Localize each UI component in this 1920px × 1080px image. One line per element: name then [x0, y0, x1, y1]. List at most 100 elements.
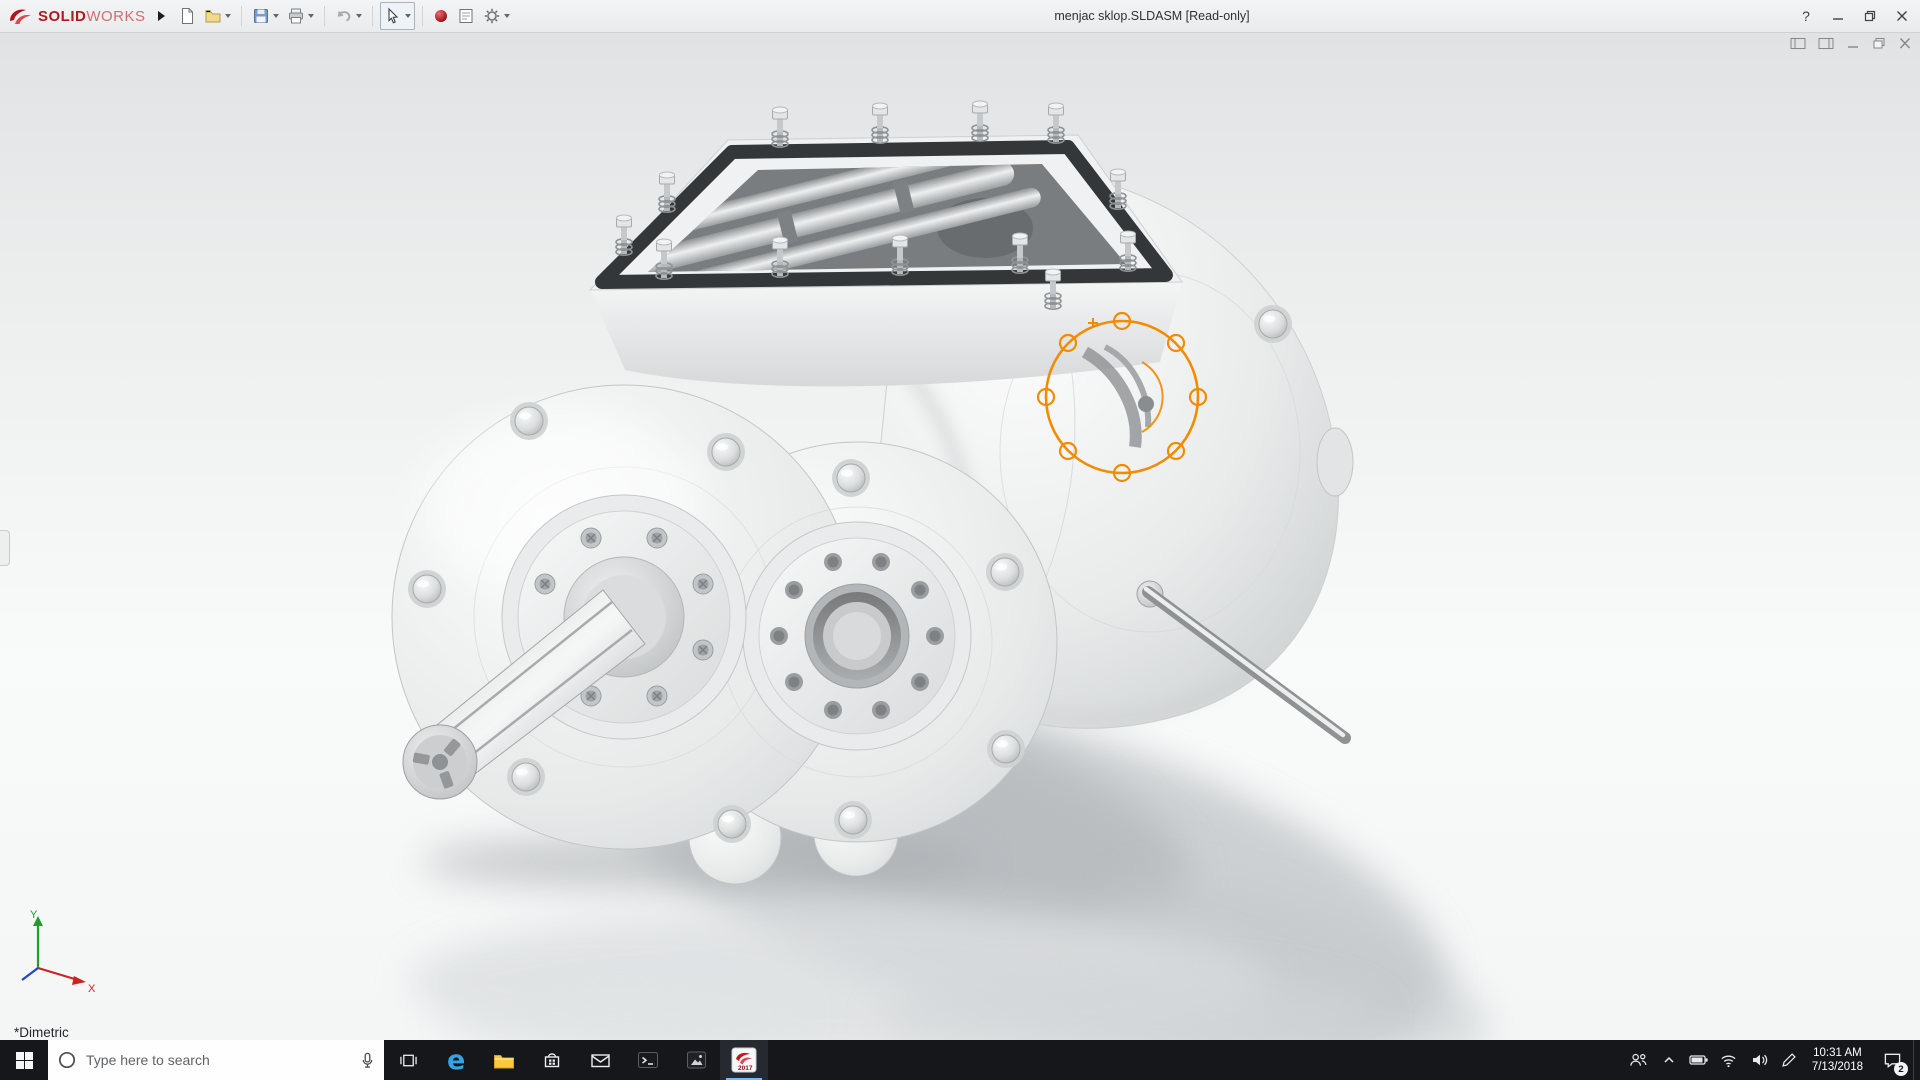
print-button[interactable]: [284, 3, 317, 29]
taskbar-app-photos[interactable]: [672, 1040, 720, 1080]
caret-down-icon: [307, 14, 314, 18]
network-status-button[interactable]: [1714, 1040, 1744, 1080]
app-titlebar: SOLIDWORKS menjac sklop.SLDASM [Read-onl…: [0, 0, 1920, 33]
pane-split-right-button[interactable]: [1818, 37, 1834, 50]
select-cursor-icon: [387, 7, 398, 24]
triad-x-label: X: [88, 983, 96, 995]
taskbar-app-solidworks[interactable]: 2017: [720, 1040, 768, 1080]
windows-logo-icon: [15, 1051, 33, 1069]
people-button[interactable]: [1624, 1040, 1654, 1080]
mail-icon: [590, 1053, 610, 1067]
hidden-icons-button[interactable]: [1654, 1040, 1684, 1080]
toolbar-separator: [240, 6, 242, 26]
people-icon: [1630, 1053, 1647, 1066]
microphone-icon[interactable]: [359, 1051, 376, 1069]
new-document-button[interactable]: [175, 3, 199, 29]
output-bearing-flange: [742, 521, 972, 751]
task-pane-button[interactable]: [454, 3, 478, 29]
minimize-button[interactable]: [1822, 0, 1854, 32]
restore-icon: [1864, 10, 1876, 22]
battery-status-button[interactable]: [1684, 1040, 1714, 1080]
red-sphere-icon: [434, 10, 447, 22]
document-title: menjac sklop.SLDASM [Read-only]: [1054, 9, 1250, 23]
graphics-viewport[interactable]: Y X *Dimetric: [0, 32, 1920, 1040]
window-controls: ?: [1790, 0, 1918, 32]
action-center-button[interactable]: 2: [1871, 1040, 1913, 1080]
close-icon: [1897, 11, 1907, 21]
speaker-icon: [1752, 1054, 1768, 1066]
pane-split-left-button[interactable]: [1790, 37, 1806, 50]
taskbar-app-store[interactable]: [528, 1040, 576, 1080]
file-explorer-icon: [494, 1054, 514, 1068]
restore-button[interactable]: [1854, 0, 1886, 32]
toolbar-separator: [421, 6, 423, 26]
start-button[interactable]: [0, 1040, 48, 1080]
task-view-icon: [399, 1054, 417, 1066]
edge-icon: e: [447, 1045, 465, 1075]
store-icon: [544, 1053, 560, 1068]
save-floppy-icon: [253, 9, 268, 23]
taskbar-app-edge[interactable]: e: [432, 1040, 480, 1080]
doc-restore-button[interactable]: [1872, 37, 1886, 50]
view-orientation-label: *Dimetric: [14, 1025, 69, 1040]
undo-arrow-icon: [337, 11, 350, 22]
doc-close-button[interactable]: [1898, 37, 1912, 50]
caret-down-icon: [272, 14, 279, 18]
standard-toolbar: [175, 2, 513, 30]
chevron-up-icon: [1664, 1056, 1674, 1063]
wifi-icon: [1721, 1055, 1736, 1068]
pen-icon: [1782, 1053, 1796, 1067]
triad-y-label: Y: [30, 909, 38, 921]
minimize-icon: [1833, 18, 1843, 20]
solidworks-logo: SOLIDWORKS: [0, 6, 154, 26]
taskbar-app-file-explorer[interactable]: [480, 1040, 528, 1080]
menu-flyout-arrow-icon[interactable]: [157, 11, 165, 21]
red-sphere-button[interactable]: [430, 3, 452, 29]
caret-down-icon: [404, 14, 411, 18]
caret-down-icon: [355, 14, 362, 18]
photos-icon: [686, 1051, 706, 1069]
svg-text:e: e: [447, 1045, 465, 1075]
notification-badge: 2: [1894, 1062, 1908, 1076]
clock-time: 10:31 AM: [1813, 1047, 1862, 1059]
task-pane-icon: [459, 9, 473, 23]
volume-button[interactable]: [1744, 1040, 1774, 1080]
solidworks-taskbar-icon: 2017: [731, 1047, 757, 1073]
taskbar-search-box[interactable]: [48, 1040, 384, 1080]
clock-date: 7/13/2018: [1811, 1061, 1863, 1073]
pen-settings-button[interactable]: [1774, 1040, 1804, 1080]
caret-down-icon: [224, 14, 231, 18]
taskbar-clock[interactable]: 10:31 AM 7/13/2018: [1804, 1046, 1871, 1074]
battery-icon: [1689, 1055, 1708, 1065]
print-icon: [288, 8, 303, 24]
console-icon: [638, 1052, 658, 1068]
gearbox-assembly-model[interactable]: [0, 32, 1920, 1040]
orientation-triad[interactable]: Y X: [12, 906, 104, 998]
open-folder-icon: [205, 10, 221, 23]
open-document-button[interactable]: [201, 3, 234, 29]
cortana-icon: [58, 1051, 76, 1069]
toolbar-separator: [323, 6, 325, 26]
save-button[interactable]: [249, 3, 282, 29]
undo-button[interactable]: [332, 3, 365, 29]
app-name: SOLIDWORKS: [38, 7, 146, 25]
options-button[interactable]: [480, 3, 513, 29]
windows-taskbar: e 2017: [0, 1040, 1920, 1080]
help-button[interactable]: ?: [1790, 0, 1822, 32]
search-input[interactable]: [84, 1051, 351, 1069]
show-desktop-button[interactable]: [1913, 1040, 1920, 1080]
solidworks-logo-icon: [10, 9, 31, 24]
document-window-controls: [1790, 37, 1912, 50]
doc-minimize-button[interactable]: [1846, 37, 1860, 50]
system-tray: 10:31 AM 7/13/2018 2: [1624, 1040, 1920, 1080]
svg-text:2017: 2017: [738, 1065, 753, 1072]
new-document-icon: [181, 8, 193, 24]
taskbar-app-mail[interactable]: [576, 1040, 624, 1080]
close-button[interactable]: [1886, 0, 1918, 32]
task-view-button[interactable]: [384, 1040, 432, 1080]
toolbar-separator: [371, 6, 373, 26]
top-cover-assembly: [588, 100, 1183, 387]
settings-gear-icon: [484, 8, 499, 24]
select-tool-button[interactable]: [379, 2, 415, 30]
taskbar-app-console[interactable]: [624, 1040, 672, 1080]
